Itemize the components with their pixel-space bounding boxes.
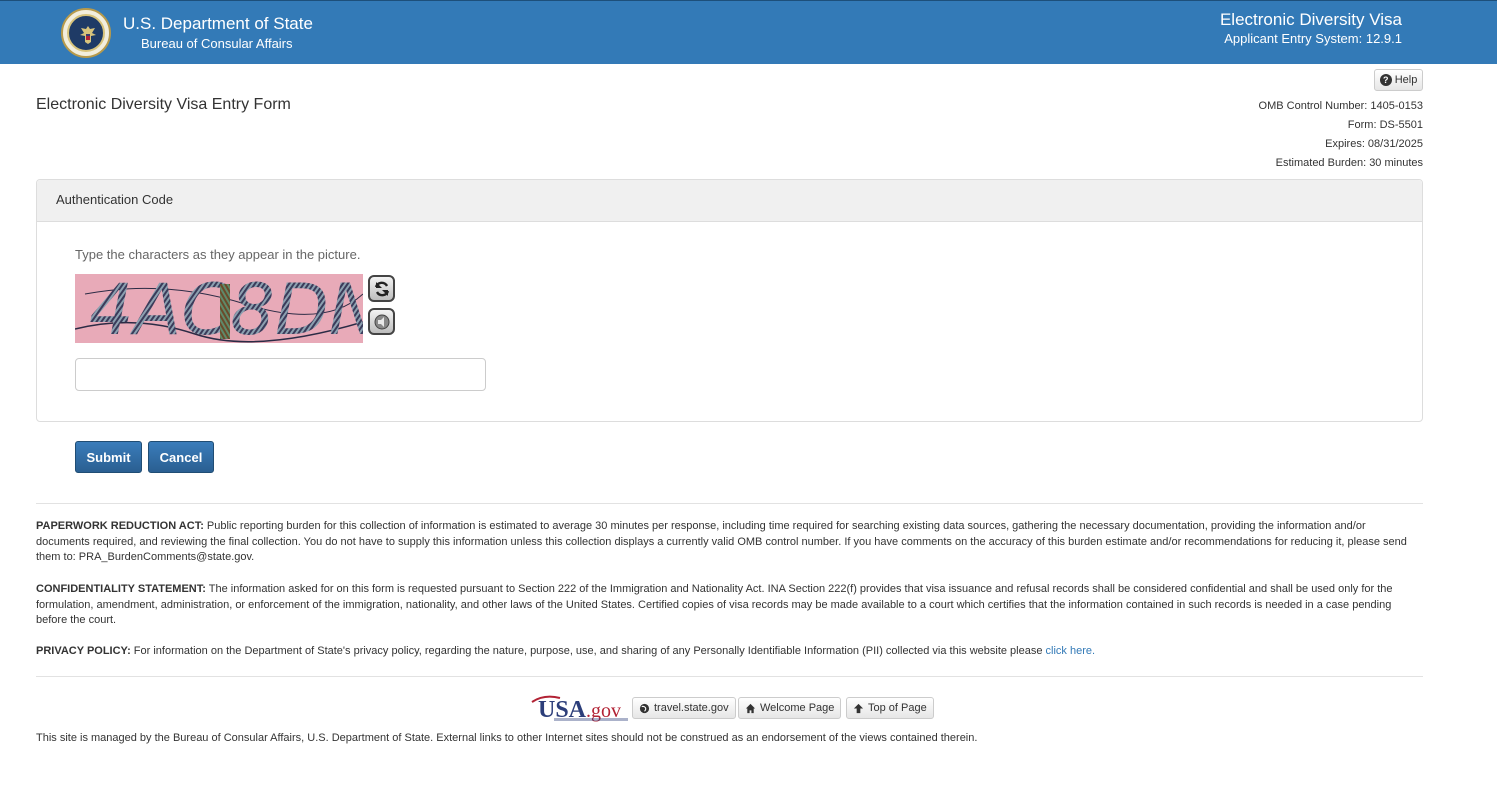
audio-icon [374, 314, 389, 329]
usagov-logo[interactable]: USA .gov [530, 692, 628, 723]
estimated-burden: Estimated Burden: 30 minutes [1275, 157, 1423, 169]
captcha-refresh-button[interactable] [368, 275, 395, 302]
app-title: Electronic Diversity Visa [1219, 10, 1402, 29]
omb-control-number: OMB Control Number: 1405-0153 [1258, 100, 1423, 112]
captcha-image: 4AC8DN [75, 274, 363, 343]
divider [36, 676, 1423, 677]
confidentiality-text: The information asked for on this form i… [36, 583, 1393, 626]
app-version: Applicant Entry System: 12.9.1 [1224, 31, 1402, 46]
eagle-icon [80, 26, 96, 44]
top-of-page-link[interactable]: Top of Page [846, 697, 934, 719]
privacy-policy: PRIVACY POLICY: For information on the D… [36, 644, 1416, 660]
privacy-label: PRIVACY POLICY: [36, 645, 131, 657]
confidentiality-statement: CONFIDENTIALITY STATEMENT: The informati… [36, 582, 1416, 629]
paperwork-reduction-act: PAPERWORK REDUCTION ACT: Public reportin… [36, 519, 1416, 566]
form-number: Form: DS-5501 [1347, 119, 1423, 131]
bureau-subtitle: Bureau of Consular Affairs [141, 36, 293, 51]
authentication-panel: Authentication Code Type the characters … [36, 179, 1423, 422]
paperwork-label: PAPERWORK REDUCTION ACT: [36, 520, 204, 532]
question-circle-icon: ? [1379, 74, 1392, 86]
department-seal-icon[interactable] [61, 8, 111, 58]
confidentiality-label: CONFIDENTIALITY STATEMENT: [36, 583, 206, 595]
welcome-label: Welcome Page [760, 702, 835, 714]
footer-note: This site is managed by the Bureau of Co… [36, 732, 978, 744]
refresh-icon [374, 281, 389, 296]
top-label: Top of Page [868, 702, 927, 714]
help-button[interactable]: ? Help [1374, 69, 1423, 91]
welcome-page-link[interactable]: Welcome Page [738, 697, 842, 719]
captcha-input[interactable] [75, 358, 486, 391]
travel-state-gov-link[interactable]: travel.state.gov [632, 697, 736, 719]
arrow-up-icon [853, 703, 864, 713]
paperwork-text: Public reporting burden for this collect… [36, 520, 1407, 563]
privacy-text: For information on the Department of Sta… [130, 645, 1046, 657]
home-icon [745, 703, 756, 713]
site-header: U.S. Department of State Bureau of Consu… [0, 0, 1497, 64]
help-label: Help [1394, 74, 1418, 86]
cancel-button[interactable]: Cancel [148, 441, 214, 473]
submit-button[interactable]: Submit [75, 441, 142, 473]
expires-date: Expires: 08/31/2025 [1325, 138, 1423, 150]
globe-icon [639, 703, 650, 713]
privacy-click-here-link[interactable]: click here. [1046, 645, 1096, 657]
page-title: Electronic Diversity Visa Entry Form [36, 96, 291, 113]
travel-label: travel.state.gov [654, 702, 729, 714]
department-title[interactable]: U.S. Department of State [123, 14, 313, 34]
captcha-audio-button[interactable] [368, 308, 395, 335]
panel-heading: Authentication Code [37, 180, 1422, 222]
captcha-instruction: Type the characters as they appear in th… [75, 247, 361, 262]
divider [36, 503, 1423, 504]
